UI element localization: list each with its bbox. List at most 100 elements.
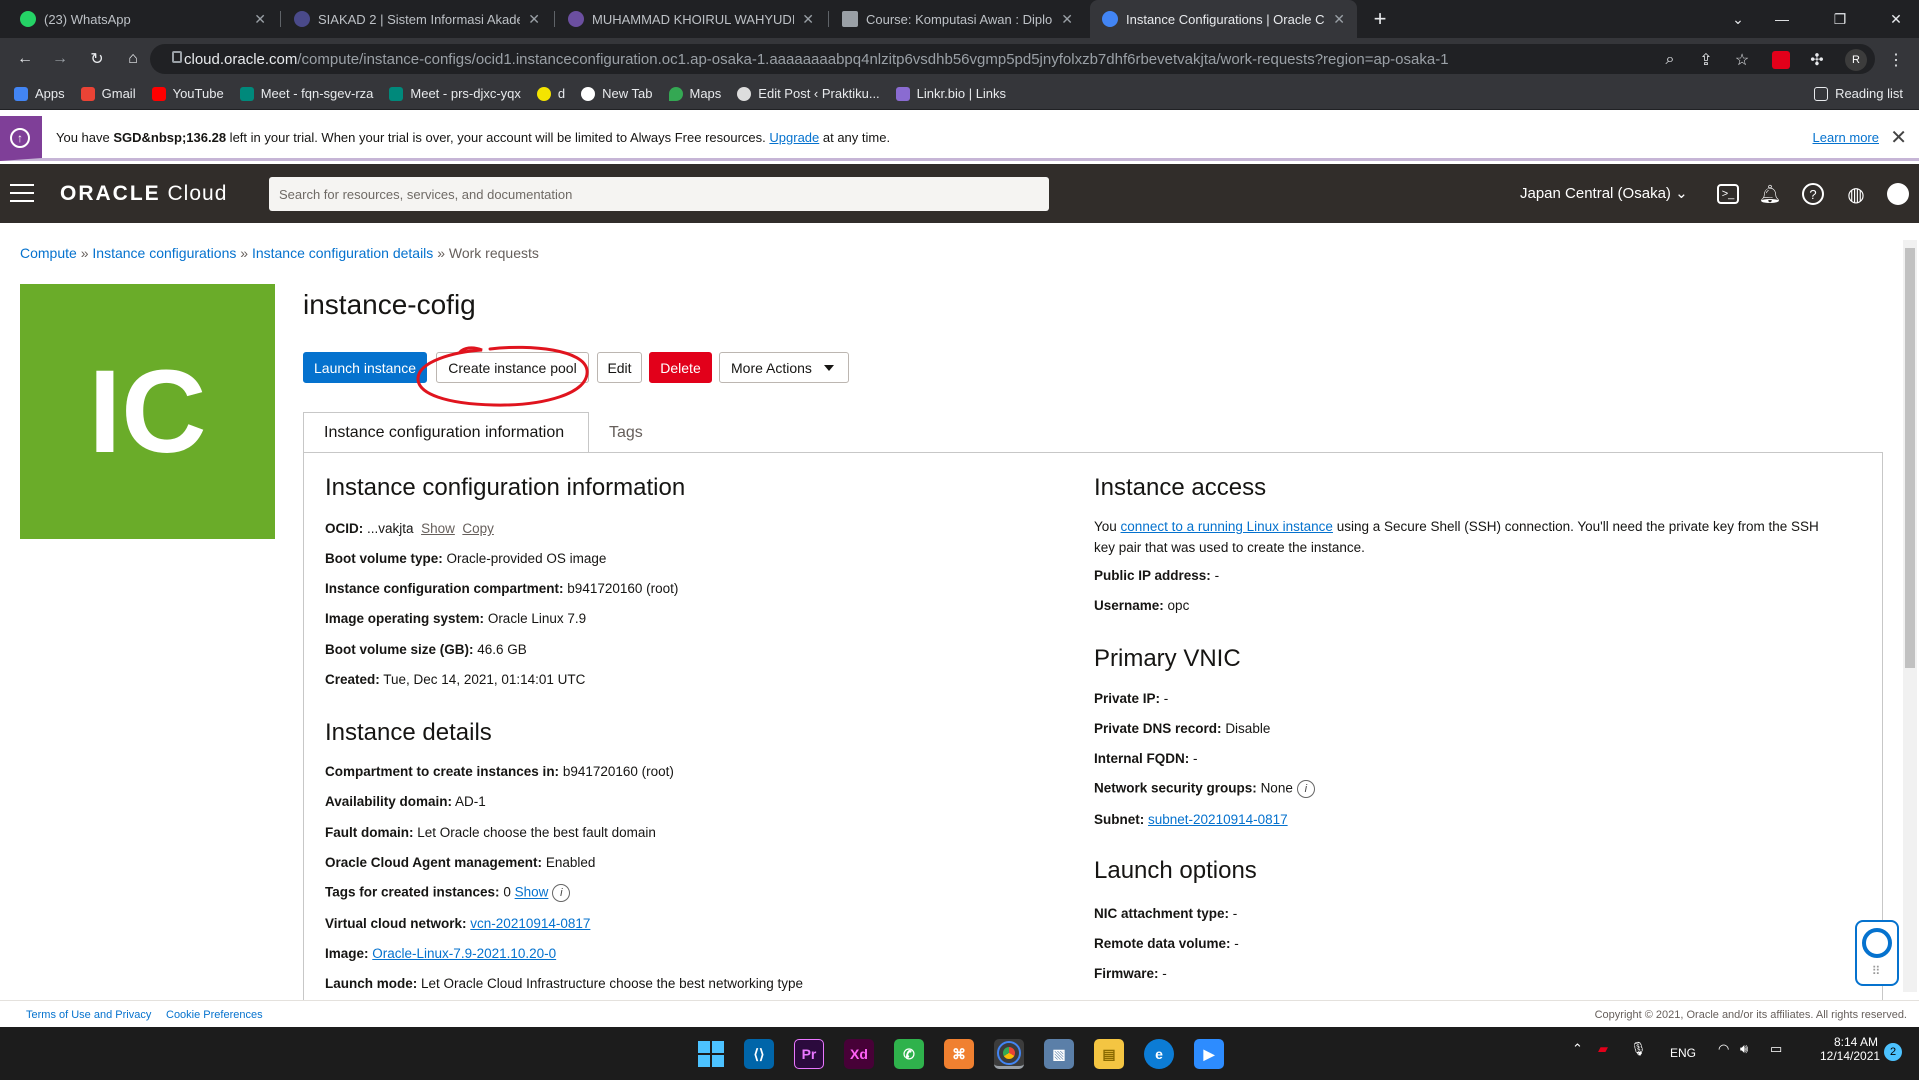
chrome-menu-icon[interactable]: ⋮ bbox=[1883, 47, 1909, 73]
oracle-cloud-logo[interactable]: ORACLE Cloud bbox=[60, 182, 227, 206]
bookmark-edit-post[interactable]: Edit Post ‹ Praktiku... bbox=[737, 86, 880, 101]
tab-search-icon[interactable]: ⌄ bbox=[1718, 0, 1758, 38]
browser-tab-profile[interactable]: MUHAMMAD KHOIRUL WAHYUDI ✕ bbox=[556, 0, 826, 38]
bookmark-gmail[interactable]: Gmail bbox=[80, 86, 136, 101]
minimize-icon[interactable]: — bbox=[1762, 0, 1802, 38]
bookmark-maps[interactable]: Maps bbox=[668, 86, 721, 101]
tray-app-icon[interactable]: ▰ bbox=[1598, 1041, 1608, 1057]
adobe-xd-icon[interactable]: Xd bbox=[844, 1039, 874, 1069]
tab-tags[interactable]: Tags bbox=[589, 412, 669, 453]
language-indicator[interactable]: ENG bbox=[1670, 1046, 1696, 1060]
tab-title: Course: Komputasi Awan : Diploma bbox=[866, 11, 1054, 27]
reload-icon[interactable]: ↻ bbox=[84, 46, 110, 72]
close-tab-icon[interactable]: ✕ bbox=[1061, 11, 1073, 28]
scrollbar-thumb[interactable] bbox=[1905, 248, 1915, 668]
bookmark-star-icon[interactable]: ☆ bbox=[1729, 47, 1755, 73]
vscode-icon[interactable]: ⟨⟩ bbox=[744, 1039, 774, 1069]
ocid-show-link[interactable]: Show bbox=[421, 521, 455, 536]
tab-title: (23) WhatsApp bbox=[44, 11, 131, 27]
more-actions-dropdown[interactable]: More Actions bbox=[719, 352, 849, 383]
region-selector[interactable]: Japan Central (Osaka) ⌄ bbox=[1520, 184, 1688, 202]
profile-avatar[interactable]: R bbox=[1845, 49, 1867, 71]
terms-link[interactable]: Terms of Use and Privacy bbox=[26, 1009, 151, 1021]
bookmark-youtube[interactable]: YouTube bbox=[151, 86, 224, 101]
clock[interactable]: 8:14 AM 12/14/2021 bbox=[1820, 1035, 1880, 1063]
delete-button[interactable]: Delete bbox=[649, 352, 712, 383]
tray-overflow-icon[interactable]: ⌃ bbox=[1572, 1041, 1583, 1057]
field-label: Availability domain: bbox=[325, 794, 453, 809]
notification-badge[interactable]: 2 bbox=[1884, 1043, 1902, 1061]
page-scrollbar[interactable] bbox=[1903, 240, 1917, 992]
extensions-puzzle-icon[interactable]: ✣ bbox=[1804, 47, 1830, 73]
learn-more-link[interactable]: Learn more bbox=[1813, 130, 1879, 145]
hamburger-menu-icon[interactable] bbox=[10, 184, 34, 202]
new-tab-icon[interactable]: + bbox=[1360, 0, 1400, 38]
connect-linux-link[interactable]: connect to a running Linux instance bbox=[1121, 519, 1333, 534]
zoom-icon[interactable]: ▶ bbox=[1194, 1039, 1224, 1069]
chrome-icon[interactable] bbox=[994, 1039, 1024, 1069]
bookmark-linkr[interactable]: Linkr.bio | Links bbox=[895, 86, 1006, 101]
browser-tab-course[interactable]: Course: Komputasi Awan : Diploma ✕ bbox=[830, 0, 1085, 38]
browser-tab-siakad[interactable]: SIAKAD 2 | Sistem Informasi Akademik ✕ bbox=[282, 0, 552, 38]
wifi-icon[interactable]: ◠ bbox=[1718, 1041, 1729, 1057]
extension-icon[interactable] bbox=[1772, 51, 1790, 69]
vcn-link[interactable]: vcn-20210914-0817 bbox=[470, 916, 590, 931]
bookmark-apps[interactable]: Apps bbox=[14, 86, 65, 101]
forward-icon[interactable]: → bbox=[47, 46, 73, 72]
edge-icon[interactable]: e bbox=[1144, 1039, 1174, 1069]
close-window-icon[interactable]: ✕ bbox=[1876, 0, 1916, 38]
close-tab-icon[interactable]: ✕ bbox=[1333, 11, 1345, 28]
field-label: Instance configuration compartment: bbox=[325, 581, 564, 596]
address-bar[interactable]: cloud.oracle.com/compute/instance-config… bbox=[150, 44, 1875, 74]
language-globe-icon[interactable]: ◍ bbox=[1843, 181, 1869, 207]
tags-show-link[interactable]: Show bbox=[515, 885, 549, 900]
info-icon[interactable]: i bbox=[1296, 780, 1315, 798]
close-tab-icon[interactable]: ✕ bbox=[528, 11, 540, 28]
breadcrumb-instance-configuration-details[interactable]: Instance configuration details bbox=[252, 245, 433, 261]
cloud-shell-icon[interactable]: >_ bbox=[1715, 181, 1741, 207]
breadcrumb-compute[interactable]: Compute bbox=[20, 245, 77, 261]
config-info-heading: Instance configuration information bbox=[325, 474, 686, 501]
close-tab-icon[interactable]: ✕ bbox=[802, 11, 814, 28]
file-explorer-icon[interactable]: ▤ bbox=[1094, 1039, 1124, 1069]
breadcrumb-instance-configurations[interactable]: Instance configurations bbox=[92, 245, 236, 261]
browser-tab-oracle[interactable]: Instance Configurations | Oracle Cloud ✕ bbox=[1090, 0, 1357, 38]
cookie-preferences-link[interactable]: Cookie Preferences bbox=[166, 1009, 263, 1021]
user-profile-icon[interactable] bbox=[1885, 181, 1911, 207]
field-label: Image: bbox=[325, 946, 369, 961]
launch-instance-button[interactable]: Launch instance bbox=[303, 352, 427, 383]
home-icon[interactable]: ⌂ bbox=[120, 46, 146, 72]
create-instance-pool-button[interactable]: Create instance pool bbox=[436, 352, 589, 383]
volume-icon[interactable]: 🔊︎ bbox=[1740, 1041, 1748, 1057]
image-link[interactable]: Oracle-Linux-7.9-2021.10.20-0 bbox=[372, 946, 556, 961]
bookmark-meet-2[interactable]: Meet - prs-djxc-yqx bbox=[389, 86, 521, 101]
battery-icon[interactable]: ▭ bbox=[1770, 1041, 1782, 1057]
search-icon[interactable]: ⌕ bbox=[1657, 47, 1683, 73]
phone-link-icon[interactable]: ✆ bbox=[894, 1039, 924, 1069]
browser-tab-whatsapp[interactable]: (23) WhatsApp ✕ bbox=[8, 0, 278, 38]
windows-start-icon[interactable] bbox=[696, 1039, 726, 1069]
microphone-icon[interactable]: 🎙︎ bbox=[1630, 1041, 1647, 1057]
close-banner-icon[interactable]: ✕ bbox=[1890, 125, 1907, 150]
edit-button[interactable]: Edit bbox=[597, 352, 642, 383]
help-icon[interactable]: ? bbox=[1800, 181, 1826, 207]
tab-instance-configuration-information[interactable]: Instance configuration information bbox=[303, 412, 589, 453]
notifications-bell-icon[interactable]: 🔔︎ bbox=[1757, 181, 1783, 207]
bookmark-d[interactable]: d bbox=[536, 86, 565, 101]
bookmark-meet-1[interactable]: Meet - fqn-sgev-rza bbox=[239, 86, 373, 101]
upgrade-link[interactable]: Upgrade bbox=[769, 130, 819, 145]
console-search-input[interactable]: Search for resources, services, and docu… bbox=[269, 177, 1049, 211]
premiere-icon[interactable]: Pr bbox=[794, 1039, 824, 1069]
restore-icon[interactable]: ❐ bbox=[1820, 0, 1860, 38]
share-icon[interactable]: ⇪ bbox=[1693, 47, 1719, 73]
subnet-link[interactable]: subnet-20210914-0817 bbox=[1148, 812, 1288, 827]
support-help-button[interactable]: ⠿ bbox=[1855, 920, 1899, 986]
bookmark-new-tab[interactable]: New Tab bbox=[581, 86, 653, 101]
close-tab-icon[interactable]: ✕ bbox=[254, 11, 266, 28]
info-icon[interactable]: i bbox=[552, 884, 571, 902]
reading-list[interactable]: Reading list bbox=[1814, 86, 1903, 101]
ocid-copy-link[interactable]: Copy bbox=[462, 521, 494, 536]
back-icon[interactable]: ← bbox=[12, 46, 38, 72]
photos-icon[interactable]: ▧ bbox=[1044, 1039, 1074, 1069]
xampp-icon[interactable]: ⌘ bbox=[944, 1039, 974, 1069]
